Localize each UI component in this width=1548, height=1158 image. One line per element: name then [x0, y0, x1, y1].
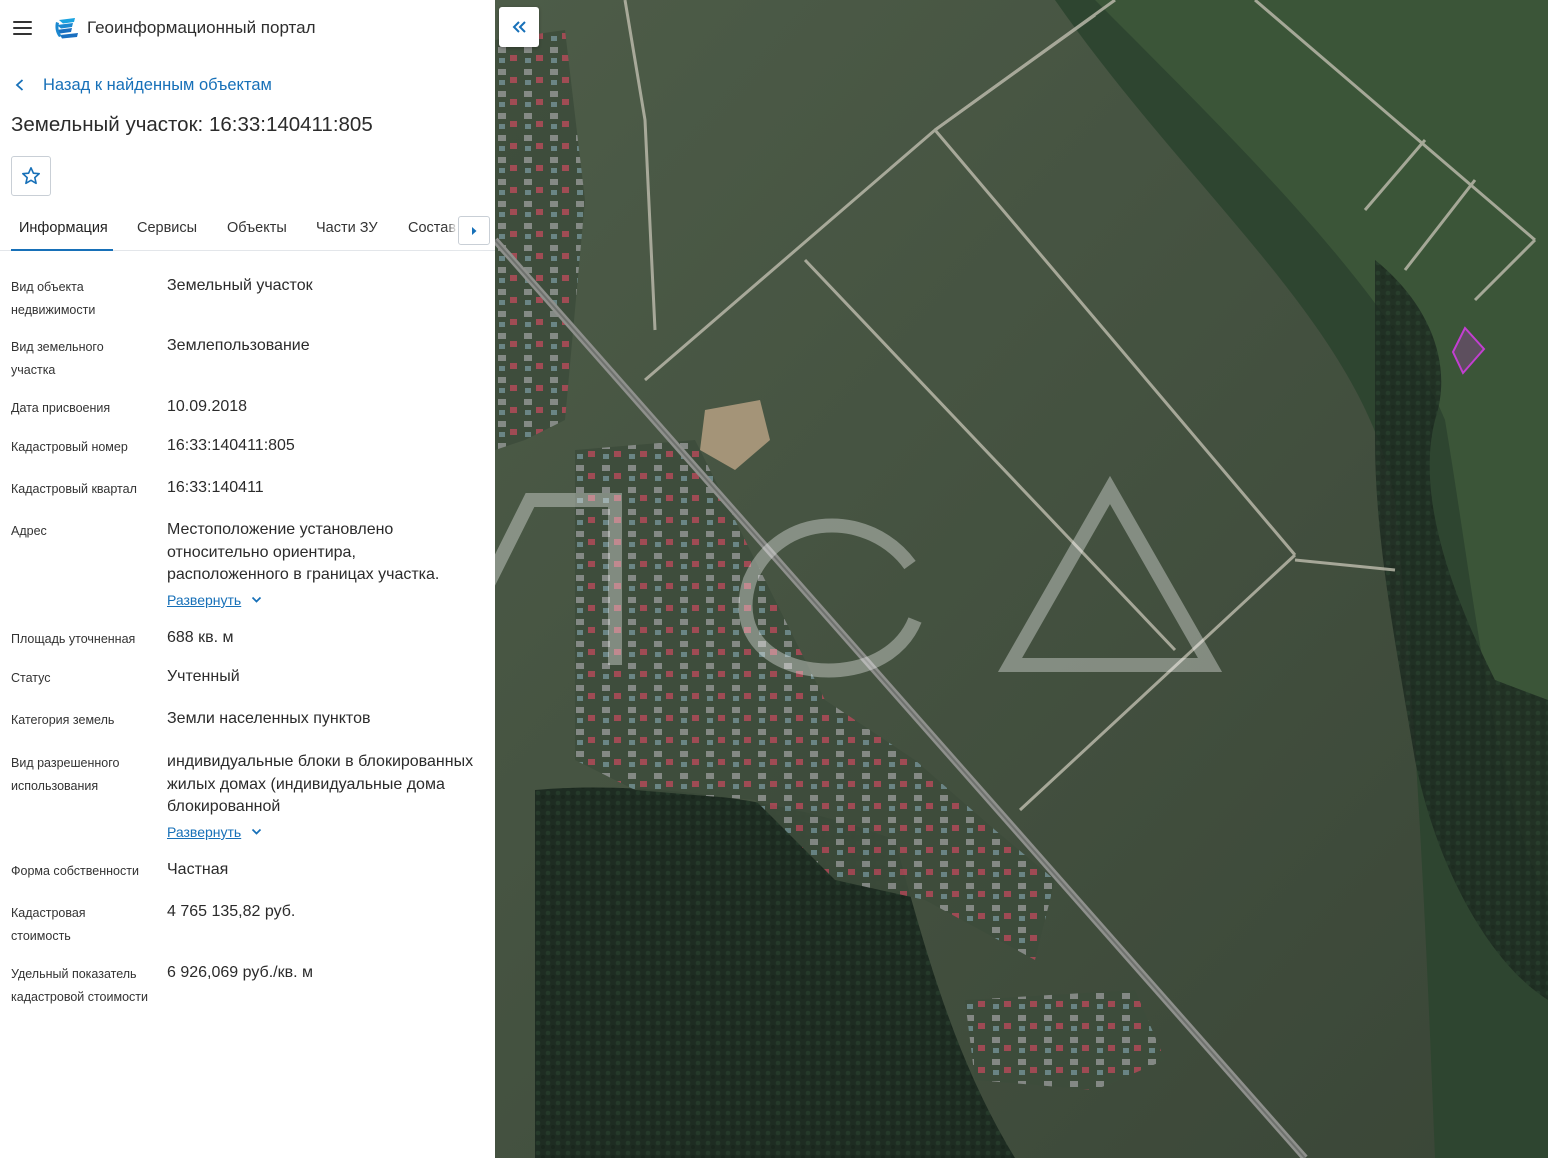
collapse-panel-button[interactable] [499, 7, 539, 47]
info-panel: Геоинформационный портал Назад к найденн… [0, 0, 495, 1158]
active-tab-indicator [11, 249, 113, 251]
tab-parts[interactable]: Части ЗУ [316, 220, 378, 236]
field-value-area: 688 кв. м [167, 629, 234, 646]
field-value-specific-value: 6 926,069 руб./кв. м [167, 964, 313, 981]
favorite-button[interactable] [11, 156, 51, 196]
field-label-land-category: Категория земель [11, 713, 115, 727]
portal-title: Геоинформационный портал [87, 18, 316, 37]
field-label-object-type: Вид объекта недвижимости [11, 280, 96, 317]
expand-permitted-use-link[interactable]: Развернуть [167, 824, 262, 840]
field-label-status: Статус [11, 671, 51, 685]
expand-permitted-use-label: Развернуть [167, 824, 242, 840]
double-chevron-left-icon [512, 21, 526, 33]
chevron-left-icon [15, 79, 24, 91]
field-value-address: Местоположение установлено относительно … [167, 521, 440, 583]
chevron-down-icon [252, 828, 262, 835]
field-value-ownership: Частная [167, 861, 229, 878]
page-title: Земельный участок: 16:33:140411:805 [11, 113, 373, 136]
field-value-land-type: Землепользование [167, 337, 310, 354]
tab-services[interactable]: Сервисы [137, 220, 197, 236]
star-icon [22, 167, 40, 185]
tab-information[interactable]: Информация [19, 220, 108, 236]
back-to-results-link[interactable]: Назад к найденным объектам [14, 72, 272, 98]
field-value-cadastral-number: 16:33:140411:805 [167, 437, 295, 454]
field-value-land-category: Земли населенных пунктов [167, 710, 371, 727]
field-label-cadastral-value: Кадастровая стоимость [11, 906, 86, 943]
caret-right-icon [472, 226, 477, 235]
field-label-cadastral-quarter: Кадастровый квартал [11, 482, 137, 496]
tab-objects[interactable]: Объекты [227, 220, 287, 236]
top-bar: Геоинформационный портал [0, 0, 495, 56]
expand-address-link[interactable]: Развернуть [167, 592, 262, 608]
field-value-cadastral-quarter: 16:33:140411 [167, 479, 264, 496]
field-label-address: Адрес [11, 524, 47, 538]
satellite-map[interactable] [495, 0, 1548, 1158]
field-value-permitted-use: индивидуальные блоки в блокированных жил… [167, 753, 474, 815]
field-label-area: Площадь уточненная [11, 632, 136, 646]
field-value-cadastral-value: 4 765 135,82 руб. [167, 903, 296, 920]
field-label-cadastral-number: Кадастровый номер [11, 440, 128, 454]
field-label-ownership: Форма собственности [11, 864, 139, 878]
portal-logo-icon [55, 18, 78, 39]
back-link-label: Назад к найденным объектам [43, 75, 272, 94]
tabs-scroll-right-button[interactable] [458, 216, 490, 245]
satellite-imagery [495, 0, 1548, 1158]
expand-address-label: Развернуть [167, 592, 242, 608]
field-value-status: Учтенный [167, 668, 240, 685]
field-value-object-type: Земельный участок [167, 277, 313, 294]
field-label-land-type: Вид земельного участка [11, 340, 104, 377]
chevron-down-icon [252, 596, 262, 603]
tab-composition[interactable]: Состав [408, 220, 456, 236]
hamburger-menu-icon[interactable] [12, 18, 34, 38]
field-value-assign-date: 10.09.2018 [167, 398, 248, 415]
tab-bar: Информация Сервисы Объекты Части ЗУ Сост… [0, 208, 495, 251]
field-label-specific-value: Удельный показатель кадастровой стоимост… [11, 967, 148, 1004]
field-label-assign-date: Дата присвоения [11, 401, 111, 415]
field-label-permitted-use: Вид разрешенного использования [11, 756, 120, 793]
